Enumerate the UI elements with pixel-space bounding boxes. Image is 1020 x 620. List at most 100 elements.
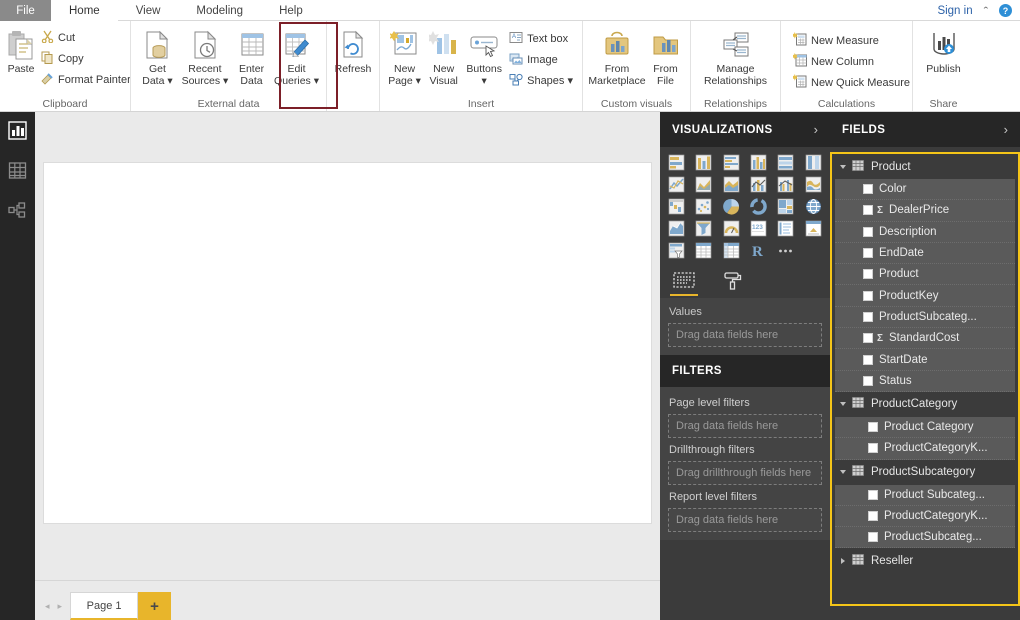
field-checkbox[interactable]	[863, 312, 873, 322]
new-page-button[interactable]: NewPage ▾	[385, 25, 424, 87]
field-checkbox[interactable]	[863, 227, 873, 237]
sidebar-item-report-view[interactable]	[0, 112, 35, 152]
manage-relationships-button[interactable]: ManageRelationships	[696, 25, 775, 87]
gauge-chart-icon[interactable]	[719, 218, 744, 238]
area-chart-icon[interactable]	[691, 174, 716, 194]
field-checkbox[interactable]	[863, 269, 873, 279]
field-checkbox[interactable]	[863, 291, 873, 301]
field-item[interactable]: Color	[835, 179, 1015, 200]
r-script-visual-icon[interactable]: R	[746, 240, 771, 260]
sidebar-item-relationships-view[interactable]	[0, 192, 35, 232]
field-item[interactable]: ProductCategoryK...	[835, 438, 1015, 459]
line-stacked-column-chart-icon[interactable]	[746, 174, 771, 194]
100-stacked-column-chart-icon[interactable]	[801, 152, 826, 172]
chevron-down-icon[interactable]	[840, 165, 846, 169]
buttons-button[interactable]: Buttons▾	[463, 25, 505, 87]
stacked-column-chart-icon[interactable]	[691, 152, 716, 172]
new-quick-measure-button[interactable]: New Quick Measure	[789, 72, 914, 93]
fields-table-productsubcategory[interactable]: ProductSubcategory	[832, 460, 1018, 485]
filled-map-icon[interactable]	[664, 218, 689, 238]
pie-chart-icon[interactable]	[719, 196, 744, 216]
recent-sources-button[interactable]: RecentSources ▾	[179, 25, 231, 87]
fields-table-product[interactable]: Product	[832, 154, 1018, 179]
field-item[interactable]: ProductSubcateg...	[835, 527, 1015, 548]
get-data-button[interactable]: GetData ▾	[136, 25, 179, 87]
treemap-icon[interactable]	[773, 196, 798, 216]
field-checkbox[interactable]	[863, 333, 873, 343]
filter-dropzone-0[interactable]: Drag data fields here	[668, 414, 822, 438]
field-item[interactable]: Status	[835, 371, 1015, 392]
field-item[interactable]: ΣStandardCost	[835, 328, 1015, 349]
field-item[interactable]: ProductKey	[835, 285, 1015, 306]
filter-dropzone-2[interactable]: Drag data fields here	[668, 508, 822, 532]
enter-data-button[interactable]: EnterData	[231, 25, 272, 87]
slicer-icon[interactable]	[664, 240, 689, 260]
from-marketplace-button[interactable]: FromMarketplace	[588, 25, 646, 87]
chevron-down-icon[interactable]	[840, 470, 846, 474]
values-well-dropzone[interactable]: Drag data fields here	[668, 323, 822, 347]
field-checkbox[interactable]	[868, 443, 878, 453]
chevron-down-icon[interactable]	[840, 402, 846, 406]
text-box-button[interactable]: A Text box	[505, 28, 577, 49]
cut-button[interactable]: Cut	[37, 27, 135, 48]
collapse-fields-icon[interactable]: ›	[1004, 122, 1008, 137]
shapes-button[interactable]: Shapes ▾	[505, 70, 577, 91]
image-button[interactable]: Image	[505, 49, 577, 70]
new-visual-button[interactable]: NewVisual	[424, 25, 463, 87]
copy-button[interactable]: Copy	[37, 48, 135, 69]
publish-button[interactable]: Publish	[918, 25, 969, 76]
scatter-chart-icon[interactable]	[691, 196, 716, 216]
kpi-icon[interactable]	[801, 218, 826, 238]
multi-row-card-icon[interactable]	[773, 218, 798, 238]
fields-table-reseller[interactable]: Reseller	[832, 548, 1018, 573]
stacked-bar-chart-icon[interactable]	[664, 152, 689, 172]
fields-tab[interactable]	[668, 266, 700, 296]
table-icon[interactable]	[691, 240, 716, 260]
refresh-button[interactable]: Refresh	[332, 25, 374, 76]
add-page-button[interactable]: +	[138, 592, 171, 620]
field-item[interactable]: EndDate	[835, 243, 1015, 264]
map-icon[interactable]	[801, 196, 826, 216]
field-item[interactable]: StartDate	[835, 349, 1015, 370]
chevron-right-icon[interactable]	[841, 558, 845, 564]
ribbon-tab-view[interactable]: View	[118, 0, 179, 21]
field-checkbox[interactable]	[868, 490, 878, 500]
edit-queries-button[interactable]: EditQueries ▾	[272, 25, 321, 87]
field-checkbox[interactable]	[863, 184, 873, 194]
new-column-button[interactable]: New Column	[789, 51, 914, 72]
ribbon-chart-icon[interactable]	[801, 174, 826, 194]
collapse-visualizations-icon[interactable]: ›	[814, 122, 818, 137]
report-canvas[interactable]	[43, 162, 652, 524]
field-item[interactable]: Description	[835, 222, 1015, 243]
100-stacked-bar-chart-icon[interactable]	[773, 152, 798, 172]
new-measure-button[interactable]: New Measure	[789, 30, 914, 51]
page-tab-page-1[interactable]: Page 1	[70, 592, 138, 620]
line-chart-icon[interactable]	[664, 174, 689, 194]
ribbon-tab-file[interactable]: File	[0, 0, 51, 21]
paste-button[interactable]: Paste	[5, 25, 37, 76]
sign-in-link[interactable]: Sign in	[937, 5, 972, 17]
clustered-column-chart-icon[interactable]	[746, 152, 771, 172]
fields-table-productcategory[interactable]: ProductCategory	[832, 392, 1018, 417]
ribbon-tab-help[interactable]: Help	[261, 0, 321, 21]
funnel-chart-icon[interactable]	[691, 218, 716, 238]
sidebar-item-data-view[interactable]	[0, 152, 35, 192]
field-checkbox[interactable]	[868, 422, 878, 432]
more-visuals-icon[interactable]	[773, 240, 798, 260]
field-checkbox[interactable]	[868, 511, 878, 521]
format-tab[interactable]	[716, 266, 748, 296]
filter-dropzone-1[interactable]: Drag drillthrough fields here	[668, 461, 822, 485]
field-checkbox[interactable]	[863, 248, 873, 258]
help-icon[interactable]: ?	[999, 4, 1012, 17]
field-item[interactable]: Product	[835, 264, 1015, 285]
field-checkbox[interactable]	[863, 205, 873, 215]
field-item[interactable]: ProductCategoryK...	[835, 506, 1015, 527]
field-checkbox[interactable]	[863, 376, 873, 386]
field-item[interactable]: Product Subcateg...	[835, 485, 1015, 506]
matrix-icon[interactable]	[719, 240, 744, 260]
prev-page-icon[interactable]: ◂	[45, 601, 50, 612]
ribbon-tab-home[interactable]: Home	[51, 0, 118, 21]
line-clustered-column-chart-icon[interactable]	[773, 174, 798, 194]
field-item[interactable]: Product Category	[835, 417, 1015, 438]
next-page-icon[interactable]: ▸	[58, 601, 63, 612]
